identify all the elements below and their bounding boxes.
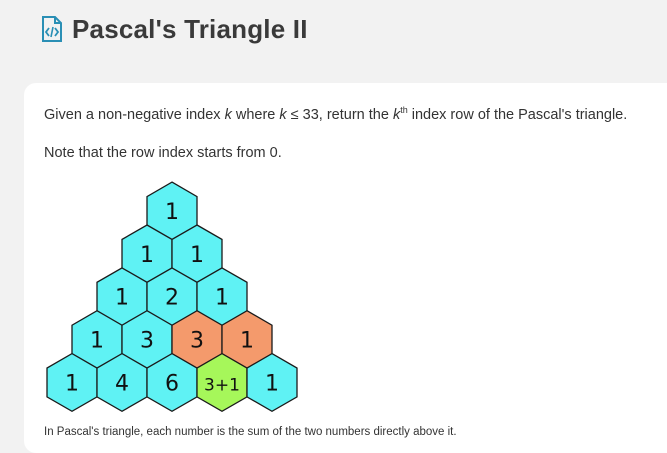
problem-description: Given a non-negative index k where k ≤ 3… [44, 105, 628, 123]
hex-value: 1 [90, 329, 104, 354]
page-header: Pascal's Triangle II [40, 12, 308, 46]
hex-value: 3+1 [204, 375, 240, 395]
hex-value: 4 [115, 371, 129, 396]
hex-value: 6 [165, 371, 179, 396]
figure-caption: In Pascal's triangle, each number is the… [44, 426, 457, 438]
hex-value: 1 [115, 286, 129, 311]
hex-value: 3 [140, 329, 154, 354]
pascal-triangle-diagram: 11 11 2 11 3 3 11 4 6 3+1 1 [46, 181, 298, 413]
hex-value: 1 [265, 371, 279, 396]
problem-note: Note that the row index starts from 0. [44, 145, 282, 161]
hex-value: 1 [165, 200, 179, 225]
hex-value: 1 [215, 286, 229, 311]
problem-card: Given a non-negative index k where k ≤ 3… [24, 83, 667, 453]
hex-value: 1 [190, 243, 204, 268]
hex-value: 3 [190, 329, 204, 354]
hex-value: 2 [165, 286, 179, 311]
code-file-icon [42, 16, 62, 42]
hex-value: 1 [65, 371, 79, 396]
page-title: Pascal's Triangle II [72, 13, 308, 44]
hex-value: 1 [140, 243, 154, 268]
hex-value: 1 [240, 329, 254, 354]
